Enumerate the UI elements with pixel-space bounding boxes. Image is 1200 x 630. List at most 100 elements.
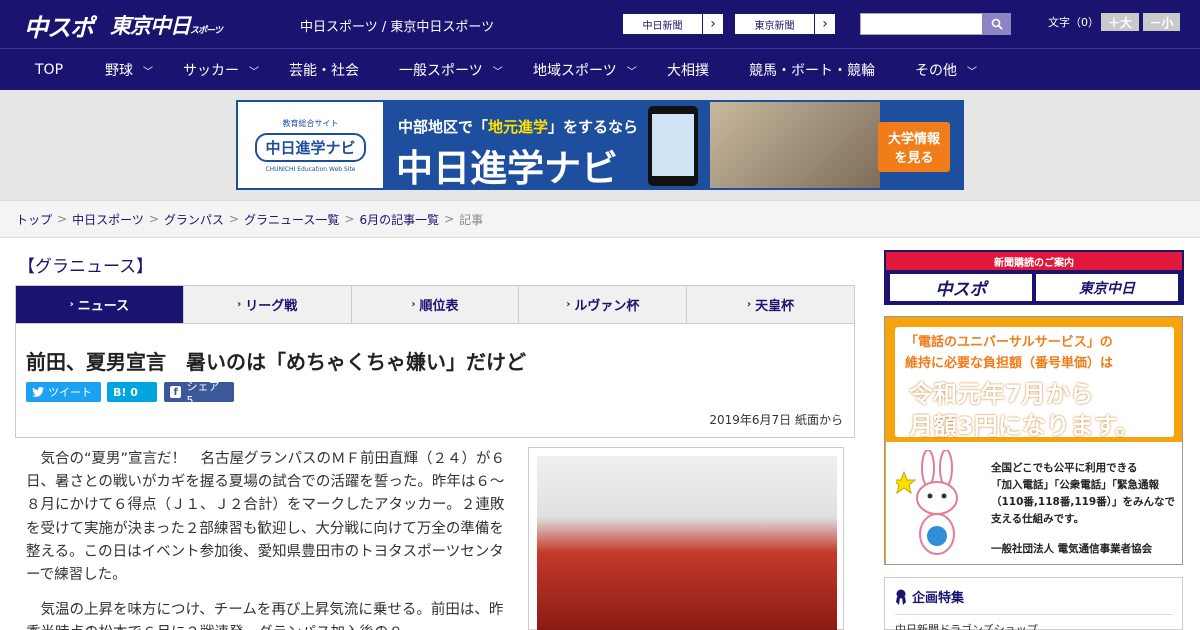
- tab-label: ルヴァン杯: [574, 299, 640, 314]
- chevron-right-icon: ›: [411, 299, 416, 310]
- ad-logo-main: 中日進学ナビ: [255, 132, 366, 162]
- ad-title: 中日進学ナビ: [396, 147, 618, 190]
- ad-desc-line1: 全国どこでも公平に利用できる: [991, 462, 1138, 474]
- tab-standings[interactable]: › 順位表: [352, 286, 520, 323]
- breadcrumb-chunichi-sports[interactable]: 中日スポーツ: [72, 211, 144, 228]
- ad-desc-line2: 「加入電話」「公衆電話」「緊急通報: [991, 479, 1159, 491]
- tab-levain-cup[interactable]: › ルヴァン杯: [519, 286, 688, 323]
- font-smaller-button[interactable]: －小: [1143, 13, 1180, 31]
- subscribe-tokyo-chunichi-button[interactable]: 東京中日: [1036, 274, 1178, 301]
- chevron-down-icon: ﹀: [143, 66, 153, 78]
- tab-label: 天皇杯: [755, 299, 795, 314]
- chevron-right-icon: ›: [237, 299, 242, 310]
- tab-label: 順位表: [419, 299, 459, 314]
- tab-league[interactable]: › リーグ戦: [184, 286, 352, 323]
- breadcrumb-sep: >: [148, 212, 159, 226]
- nav-item-soccer[interactable]: サッカー ﹀: [183, 49, 259, 91]
- ad-cta-line2: を見る: [894, 151, 934, 166]
- nav-item-label: サッカー: [183, 63, 239, 79]
- ad-cta-button[interactable]: 大学情報 を見る: [878, 122, 950, 172]
- search-button[interactable]: [982, 13, 1011, 35]
- tweet-label: ツイート: [48, 386, 92, 399]
- ribbon-badge-icon: [896, 589, 906, 605]
- universal-service-ad[interactable]: 「電話のユニバーサルサービス」の 維持に必要な負担額（番号単価）は 令和元年7月…: [884, 316, 1183, 565]
- feature-box: 企画特集 中日新聞ドラゴンズショップ: [884, 577, 1183, 630]
- ad-logo-sub: CHUNICHI Education Web Site: [265, 165, 356, 173]
- nav-item-label: 大相撲: [667, 63, 709, 79]
- nav-item-sumo[interactable]: 大相撲: [667, 49, 709, 91]
- nav-item-entertainment[interactable]: 芸能・社会: [289, 49, 359, 91]
- ad-lower-box: 全国どこでも公平に利用できる 「加入電話」「公衆電話」「緊急通報 （110番,1…: [886, 442, 1182, 564]
- hatena-bookmark-button[interactable]: B! 0: [107, 382, 157, 402]
- breadcrumb-granews-list[interactable]: グラニュース一覧: [244, 211, 339, 228]
- chevron-right-icon: ›: [69, 299, 74, 310]
- chunichi-shimbun-button[interactable]: 中日新聞 ›: [622, 13, 724, 35]
- font-size-label: 文字（0）: [1048, 16, 1099, 29]
- chevron-down-icon: ﹀: [492, 66, 503, 78]
- ad-line1: 「電話のユニバーサルサービス」の: [905, 335, 1113, 350]
- ad-tagline-a: 中部地区で「: [398, 118, 489, 136]
- ad-line3: 令和元年7月から: [909, 380, 1094, 408]
- nav-item-label: 芸能・社会: [289, 63, 359, 79]
- nav-item-local-sports[interactable]: 地域スポーツ ﹀: [533, 49, 637, 91]
- tokyo-chunichi-logo[interactable]: 東京中日スポーツ: [110, 10, 223, 40]
- breadcrumb-current: 記事: [459, 212, 484, 227]
- tab-label: ニュース: [77, 299, 130, 314]
- breadcrumb-sep: >: [344, 212, 355, 226]
- facebook-icon: f: [170, 386, 182, 398]
- chevron-down-icon: ﹀: [249, 66, 259, 78]
- search-icon: [991, 18, 1003, 30]
- ad-logo-top: 教育総合サイト: [282, 118, 339, 128]
- tweet-button[interactable]: ツイート: [26, 382, 101, 402]
- article-paragraph: 気合の“夏男”宣言だ！ 名古屋グランパスのＭＦ前田直輝（２４）が６日、暑さとの戦…: [26, 451, 506, 583]
- main-nav: TOP 野球 ﹀ サッカー ﹀ 芸能・社会 一般スポーツ ﹀ 地域スポーツ ﹀ 大相撲 …: [0, 48, 1200, 90]
- chevron-right-icon: ›: [747, 299, 752, 310]
- article-paragraph: 気温の上昇を味方につけ、チームを再び上昇気流に乗せる。前田は、昨季半時点の松本で…: [26, 602, 504, 630]
- nav-item-label: 一般スポーツ: [399, 63, 483, 79]
- article-photo-image: [537, 456, 837, 630]
- nav-item-other[interactable]: その他 ﹀: [915, 49, 977, 91]
- tokyo-chunichi-logo-small: スポーツ: [190, 26, 223, 36]
- site-name: 中日スポーツ / 東京中日スポーツ: [300, 20, 495, 35]
- breadcrumb-sep: >: [228, 212, 239, 226]
- subscribe-chusupo-button[interactable]: 中スポ: [890, 274, 1032, 301]
- tab-emperors-cup[interactable]: › 天皇杯: [687, 286, 854, 323]
- feature-title: 企画特集: [895, 587, 964, 606]
- nav-item-label: その他: [915, 63, 957, 79]
- facebook-share-button[interactable]: f シェア 5: [164, 380, 234, 407]
- nav-item-label: 地域スポーツ: [533, 63, 617, 79]
- subscription-title: 新聞購読のご案内: [886, 252, 1182, 270]
- tokyo-shimbun-button[interactable]: 東京新聞 ›: [734, 13, 836, 35]
- nav-item-general-sports[interactable]: 一般スポーツ ﹀: [399, 49, 503, 91]
- breadcrumb-top[interactable]: トップ: [16, 211, 52, 228]
- article-photo[interactable]: [528, 447, 844, 630]
- article-body: 気合の“夏男”宣言だ！ 名古屋グランパスのＭＦ前田直輝（２４）が６日、暑さとの戦…: [26, 448, 516, 630]
- nav-item-top[interactable]: TOP: [35, 49, 63, 91]
- ad-line4: 月額3円になります。: [909, 412, 1140, 440]
- breadcrumb-grampus[interactable]: グランパス: [164, 211, 224, 228]
- facebook-share-label: シェア 5: [186, 379, 220, 407]
- feature-item[interactable]: 中日新聞ドラゴンズショップ: [895, 614, 1173, 630]
- tokyo-chunichi-logo-text: 東京中日: [110, 14, 191, 38]
- chusupo-logo[interactable]: 中スポ: [24, 8, 94, 43]
- nav-item-baseball[interactable]: 野球 ﹀: [105, 49, 153, 91]
- breadcrumb-june-list[interactable]: 6月の記事一覧: [359, 211, 439, 228]
- chevron-down-icon: ﹀: [967, 66, 977, 78]
- tab-news[interactable]: › ニュース: [16, 286, 184, 323]
- subscription-banner[interactable]: 新聞購読のご案内 中スポ 東京中日: [884, 250, 1184, 305]
- chevron-right-icon: ›: [710, 16, 716, 32]
- smartphone-illustration: [648, 106, 698, 186]
- breadcrumb-sep: >: [57, 212, 68, 226]
- section-title: 【グラニュース】: [18, 257, 154, 277]
- ad-cta-line1: 大学情報: [887, 132, 940, 147]
- font-bigger-button[interactable]: ＋大: [1101, 13, 1139, 31]
- chevron-down-icon: ﹀: [626, 66, 637, 78]
- twitter-bird-icon: [32, 387, 44, 397]
- tokyo-shimbun-label: 東京新聞: [735, 14, 815, 34]
- nav-item-label: 野球: [105, 63, 133, 79]
- breadcrumb: トップ > 中日スポーツ > グランパス > グラニュース一覧 > 6月の記事一覧 > 記…: [0, 200, 1200, 238]
- shingaku-navi-banner[interactable]: 教育総合サイト 中日進学ナビ CHUNICHI Education Web Si…: [236, 100, 964, 190]
- article-date: 2019年6月7日 紙面から: [709, 413, 843, 427]
- chevron-right-icon: ›: [566, 299, 571, 310]
- nav-item-keiba[interactable]: 競馬・ボート・競輪: [749, 49, 875, 91]
